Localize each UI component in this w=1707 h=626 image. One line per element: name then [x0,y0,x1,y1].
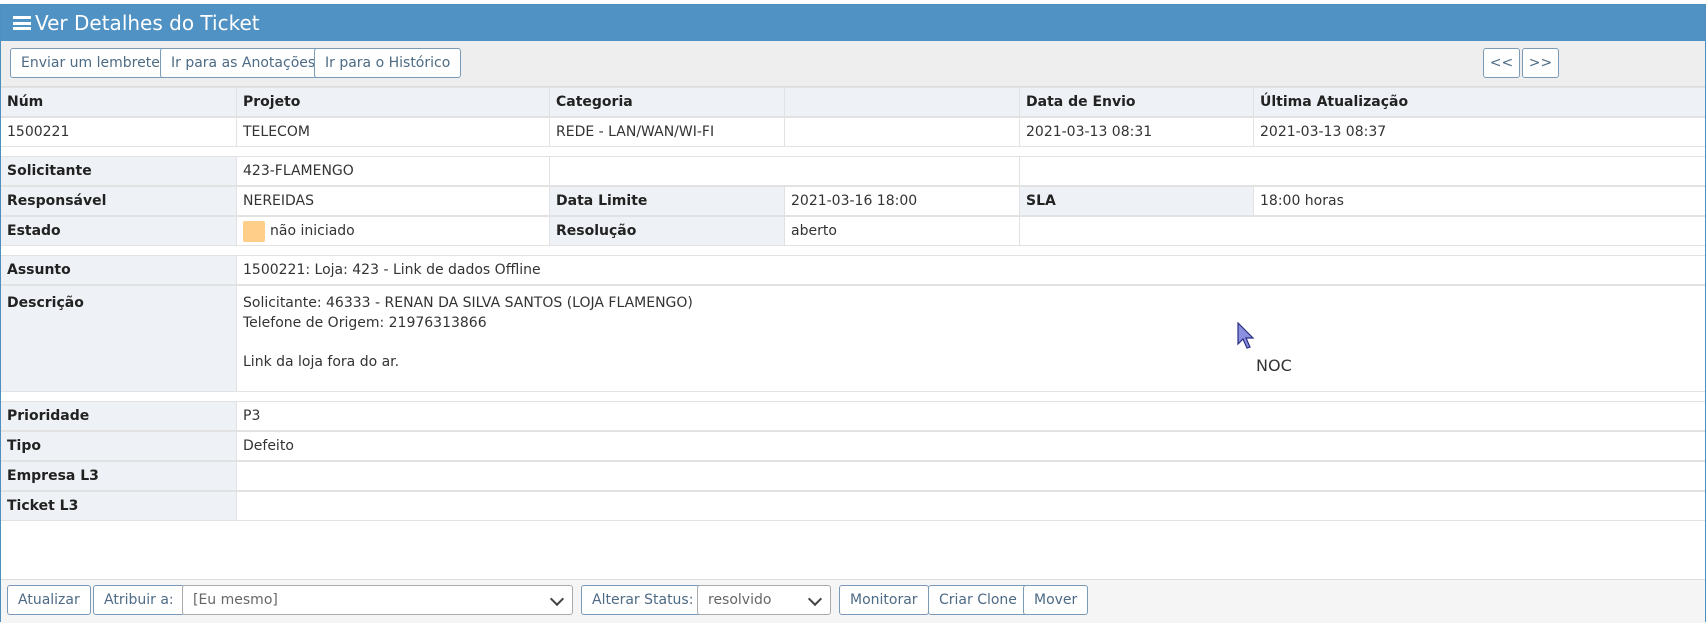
due-date-label: Data Limite [550,187,785,215]
menu-icon[interactable] [13,16,31,30]
description-row: Descrição Solicitante: 46333 - RENAN DA … [1,285,1705,392]
update-button[interactable]: Atualizar [7,585,91,615]
toolbar: Enviar um lembrete Ir para as Anotações … [1,41,1705,87]
summary-header-row: Núm Projeto Categoria Data de Envio Últi… [1,87,1705,117]
subject-label: Assunto [1,256,237,284]
sla-value: 18:00 horas [1254,187,1705,215]
sla-label: SLA [1020,187,1254,215]
due-date-value: 2021-03-16 18:00 [785,187,1020,215]
submitted-header: Data de Envio [1020,88,1254,116]
mouse-cursor-icon [1237,322,1255,349]
description-line-2: Telefone de Origem: 21976313866 [243,315,487,331]
project-header: Projeto [237,88,550,116]
chevron-down-icon [807,591,823,607]
subject-value: 1500221: Loja: 423 - Link de dados Offli… [237,256,1705,284]
go-to-notes-button[interactable]: Ir para as Anotações [160,48,327,78]
subject-row: Assunto 1500221: Loja: 423 - Link de dad… [1,255,1705,285]
status-value: não iniciado [270,223,355,239]
updated-header: Última Atualização [1254,88,1705,116]
assignee-select[interactable]: [Eu mesmo] [182,585,573,615]
requester-blank [550,157,1020,185]
description-value: Solicitante: 46333 - RENAN DA SILVA SANT… [237,286,1705,391]
project-value: TELECOM [237,118,550,146]
status-row: Estado não iniciado Resolução aberto [1,216,1705,246]
num-header: Núm [1,88,237,116]
summary-values-row: 1500221 TELECOM REDE - LAN/WAN/WI-FI 202… [1,117,1705,147]
priority-value: P3 [237,402,1705,430]
status-label: Estado [1,217,237,245]
category-header: Categoria [550,88,785,116]
send-reminder-button[interactable]: Enviar um lembrete [10,48,171,78]
go-to-history-button[interactable]: Ir para o Histórico [314,48,462,78]
assignee-label: Responsável [1,187,237,215]
status-blank [1020,217,1705,245]
move-button[interactable]: Mover [1023,585,1089,615]
monitor-button[interactable]: Monitorar [839,585,929,615]
assignee-select-value: [Eu mesmo] [193,592,278,608]
ticket-l3-row: Ticket L3 [1,491,1705,521]
category-value: REDE - LAN/WAN/WI-FI [550,118,785,146]
status-cell: não iniciado [237,217,550,245]
assignee-value: NEREIDAS [237,187,550,215]
create-clone-button[interactable]: Criar Clone [928,585,1028,615]
previous-ticket-button[interactable]: << [1483,48,1520,78]
priority-row: Prioridade P3 [1,401,1705,431]
panel-header: Ver Detalhes do Ticket [1,5,1705,41]
requester-value: 423-FLAMENGO [237,157,550,185]
resolution-value: aberto [785,217,1020,245]
blank-header [785,88,1020,116]
requester-row: Solicitante 423-FLAMENGO [1,156,1705,186]
ticket-l3-value [237,492,1705,520]
status-select[interactable]: resolvido [697,585,831,615]
updated-value: 2021-03-13 08:37 [1254,118,1705,146]
requester-blank-2 [1020,157,1705,185]
status-color-swatch [243,220,265,242]
status-select-value: resolvido [708,592,772,608]
chevron-down-icon [549,591,565,607]
ticket-l3-label: Ticket L3 [1,492,237,520]
resolution-label: Resolução [550,217,785,245]
action-bar: Atualizar Atribuir a: [Eu mesmo] Alterar… [1,579,1705,623]
blank-value [785,118,1020,146]
assignee-row: Responsável NEREIDAS Data Limite 2021-03… [1,186,1705,216]
company-l3-label: Empresa L3 [1,462,237,490]
priority-label: Prioridade [1,402,237,430]
submitted-value: 2021-03-13 08:31 [1020,118,1254,146]
type-label: Tipo [1,432,237,460]
description-line-1: Solicitante: 46333 - RENAN DA SILVA SANT… [243,295,693,311]
type-row: Tipo Defeito [1,431,1705,461]
page-title: Ver Detalhes do Ticket [35,11,260,35]
description-label: Descrição [1,286,237,391]
assign-button[interactable]: Atribuir a: [93,585,185,615]
ticket-details-panel: Ver Detalhes do Ticket Enviar um lembret… [0,4,1706,623]
company-l3-value [237,462,1705,490]
overlay-text: NOC [1256,356,1291,375]
ticket-number: 1500221 [1,118,237,146]
next-ticket-button[interactable]: >> [1522,48,1559,78]
type-value: Defeito [237,432,1705,460]
requester-label: Solicitante [1,157,237,185]
change-status-button[interactable]: Alterar Status: [581,585,705,615]
description-label-text: Descrição [7,295,84,311]
company-l3-row: Empresa L3 [1,461,1705,491]
description-line-3: Link da loja fora do ar. [243,354,400,370]
